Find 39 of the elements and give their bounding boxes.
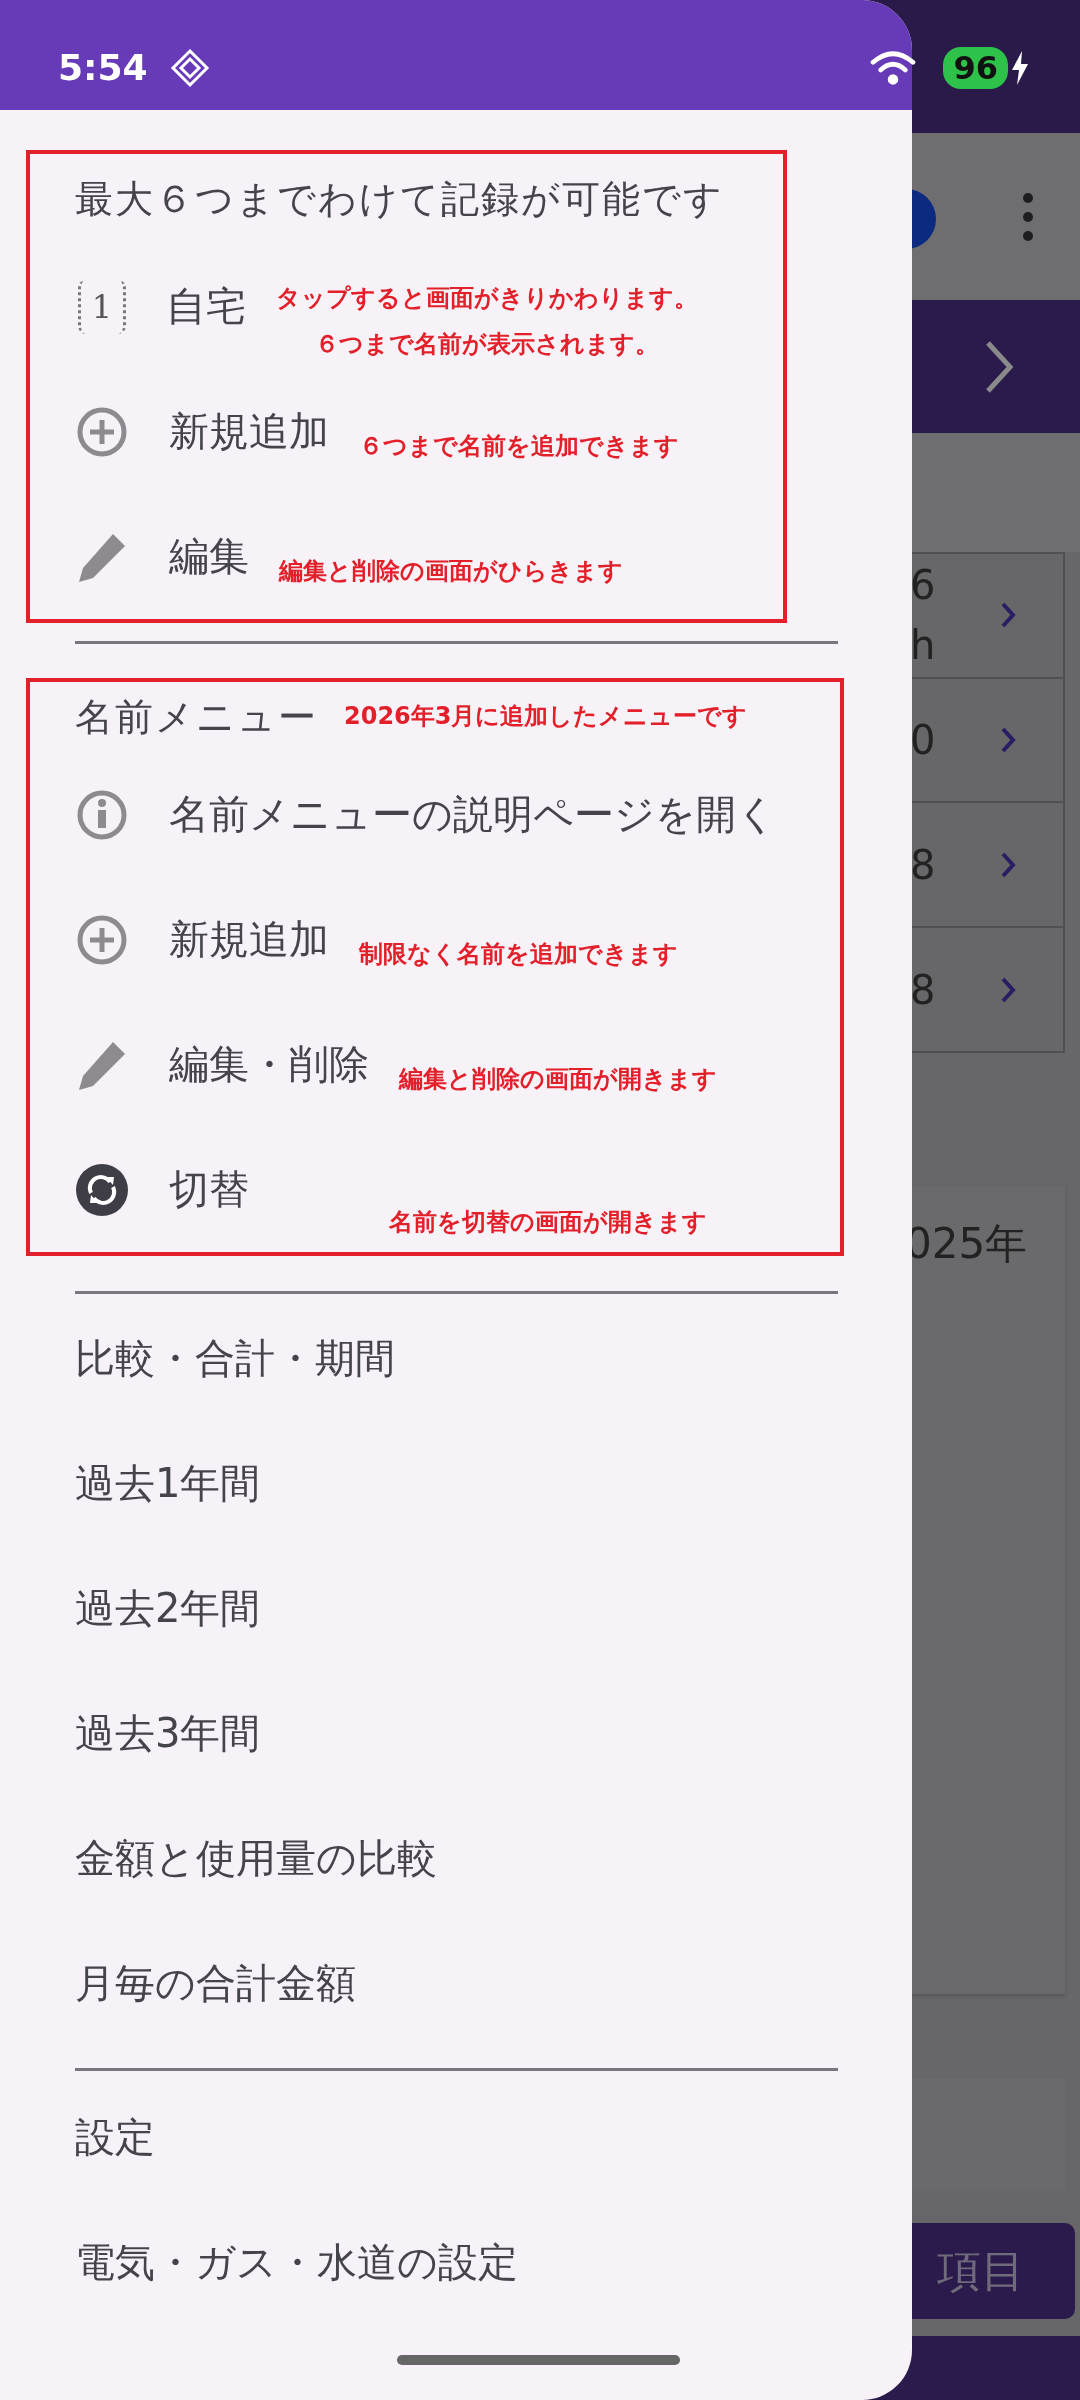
menu-item[interactable]: 比較・合計・期間 bbox=[75, 1331, 395, 1386]
menu-item[interactable]: 編集・削除 bbox=[169, 1037, 369, 1092]
table-cell-text: 0 bbox=[910, 720, 937, 760]
sync-icon bbox=[75, 1162, 129, 1217]
clock: 5:54 bbox=[58, 47, 148, 88]
section-heading: 名前メニュー bbox=[75, 693, 318, 741]
diamond-icon bbox=[169, 47, 210, 88]
menu-item[interactable]: 金額と使用量の比較 bbox=[75, 1831, 437, 1886]
more-icon[interactable] bbox=[1022, 191, 1034, 242]
chevron-right-icon[interactable] bbox=[1000, 975, 1016, 1004]
chevron-right-icon[interactable] bbox=[1000, 850, 1016, 879]
wifi-icon bbox=[869, 48, 918, 87]
annotation: 編集と削除の画面がひらきます bbox=[279, 555, 623, 587]
menu-item[interactable]: 自宅 bbox=[166, 279, 246, 334]
menu-item[interactable]: 電気・ガス・水道の設定 bbox=[75, 2235, 518, 2290]
chevron-right-icon[interactable] bbox=[1000, 601, 1016, 630]
menu-item[interactable]: 名前メニューの説明ページを開く bbox=[169, 787, 777, 842]
menu-item[interactable]: 新規追加 bbox=[169, 404, 329, 459]
menu-item[interactable]: 過去1年間 bbox=[75, 1456, 261, 1511]
annotation: 2026年3月に追加したメニューです bbox=[344, 701, 748, 733]
menu-item[interactable]: 切替 bbox=[169, 1162, 249, 1217]
menu-item[interactable]: 過去3年間 bbox=[75, 1706, 261, 1761]
annotation: 編集と削除の画面が開きます bbox=[399, 1063, 717, 1095]
table-cell-text: 8 bbox=[910, 969, 937, 1010]
menu-item[interactable]: 編集 bbox=[169, 529, 249, 584]
menu-item[interactable]: 新規追加 bbox=[169, 912, 329, 967]
table-cell-text: 6 bbox=[910, 565, 937, 606]
annotation: ６つまで名前が表示されます。 bbox=[315, 328, 659, 360]
annotation: 名前を切替の画面が開きます bbox=[389, 1207, 707, 1239]
menu-item[interactable]: 月毎の合計金額 bbox=[75, 1956, 356, 2011]
annotation: 制限なく名前を追加できます bbox=[359, 938, 678, 970]
annotation: タップすると画面がきりかわります。 bbox=[276, 282, 698, 314]
table-cell-text: 8 bbox=[910, 844, 937, 885]
annotation: ６つまで名前を追加できます bbox=[359, 430, 679, 462]
chevron-right-icon[interactable] bbox=[1000, 726, 1016, 754]
menu-item[interactable]: 過去2年間 bbox=[75, 1581, 261, 1636]
menu-item[interactable]: 設定 bbox=[75, 2110, 155, 2165]
table-cell-text: h bbox=[910, 625, 937, 666]
section-heading: 最大６つまでわけて記録が可能です bbox=[75, 175, 724, 223]
